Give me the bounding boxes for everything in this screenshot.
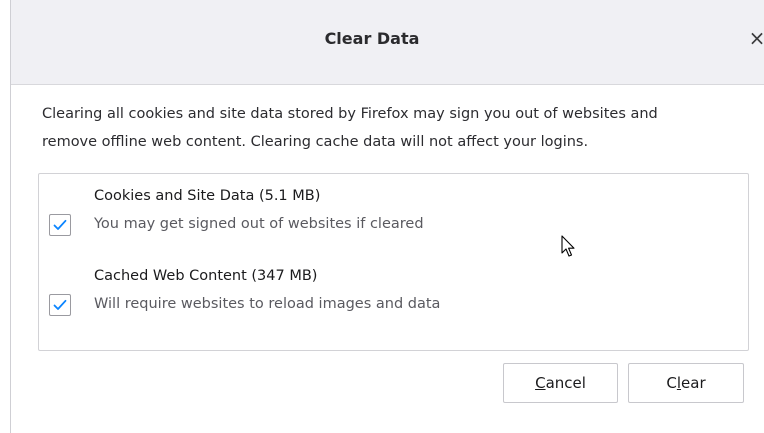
cancel-button[interactable]: Cancel [503,363,618,403]
dialog-titlebar: Clear Data × [11,0,764,85]
cookies-checkbox[interactable] [49,214,71,236]
options-group: Cookies and Site Data (5.1 MB) You may g… [38,173,749,351]
cancel-label-rest: ancel [545,374,586,392]
checkmark-icon [53,219,67,230]
option-cache[interactable]: Cached Web Content (347 MB) Will require… [39,266,748,326]
description-line-1: Clearing all cookies and site data store… [42,106,658,122]
clear-button[interactable]: Clear [628,363,744,403]
clear-data-dialog: Clear Data × Clearing all cookies and si… [10,0,764,433]
description-line-2: remove offline web content. Clearing cac… [42,134,589,150]
option-cookies[interactable]: Cookies and Site Data (5.1 MB) You may g… [39,186,748,246]
clear-label-rest: ear [681,374,706,392]
cache-checkbox[interactable] [49,294,71,316]
clear-label-pre: C [666,374,677,392]
cache-label: Cached Web Content (347 MB) [94,268,318,284]
cookies-sublabel: You may get signed out of websites if cl… [94,216,424,232]
close-icon[interactable]: × [747,26,764,50]
dialog-title: Clear Data [324,29,420,48]
checkmark-icon [53,299,67,310]
cancel-accesskey: C [535,374,546,392]
mouse-pointer-icon [561,235,575,257]
cookies-label: Cookies and Site Data (5.1 MB) [94,188,321,204]
cache-sublabel: Will require websites to reload images a… [94,296,441,312]
dialog-description: Clearing all cookies and site data store… [42,100,742,156]
